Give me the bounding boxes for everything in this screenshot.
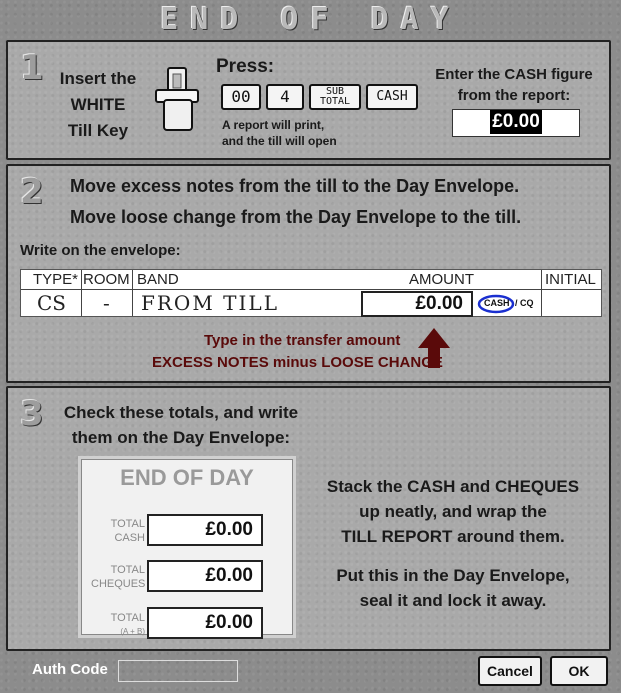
- step2-panel: 2 Move excess notes from the till to the…: [6, 164, 611, 383]
- insert-line1: Insert the: [59, 69, 137, 88]
- cash-mark: CASH: [484, 298, 510, 308]
- instr-line4: Put this in the Day Envelope,: [336, 566, 570, 585]
- press-label: Press:: [216, 56, 275, 77]
- step1-number: 1: [20, 48, 44, 88]
- step3-line2: them on the Day Envelope:: [71, 428, 291, 447]
- cash-figure-input[interactable]: £0.00: [452, 109, 580, 137]
- row-type: CS: [37, 291, 67, 315]
- total-cash-label: TOTAL CASH: [91, 517, 145, 545]
- total-cheques-field: £0.00: [147, 560, 263, 592]
- cash-cq-mark: CASH / CQ: [477, 294, 539, 314]
- cq-mark: / CQ: [515, 298, 534, 308]
- write-label-text: Write on the envelope:: [20, 242, 181, 259]
- key-00: 00: [221, 84, 261, 110]
- card-title: END OF DAY: [120, 465, 254, 490]
- instr-line5: seal it and lock it away.: [359, 591, 547, 610]
- end-of-day-window: END OF DAY 1 Insert the WHITE Till Key P…: [0, 0, 621, 693]
- hint-line2: EXCESS NOTES minus LOOSE CHANGE: [152, 354, 443, 371]
- header-band: BAND: [137, 271, 179, 288]
- step2-line2: Move loose change from the Day Envelope …: [70, 207, 522, 227]
- col-divider: [81, 270, 82, 316]
- hint-line1: Type in the transfer amount: [204, 332, 401, 349]
- cancel-button[interactable]: Cancel: [478, 656, 542, 686]
- instr-line3: TILL REPORT around them.: [341, 527, 565, 546]
- col-divider: [132, 270, 133, 316]
- key-cash: CASH: [366, 84, 418, 110]
- step3-panel: 3 Check these totals, and write them on …: [6, 386, 611, 651]
- total-cheques-label2: CHEQUES: [91, 578, 146, 590]
- instr-line2: up neatly, and wrap the: [359, 502, 547, 521]
- report-line1: A report will print,: [222, 118, 325, 132]
- total-cheques-label: TOTAL CHEQUES: [91, 563, 145, 591]
- ok-button[interactable]: OK: [550, 656, 608, 686]
- instr-spacer: [308, 549, 598, 563]
- cash-figure-value: £0.00: [490, 110, 542, 134]
- stack-instructions: Stack the CASH and CHEQUES up neatly, an…: [308, 474, 598, 613]
- write-on-envelope-label: Write on the envelope:: [20, 242, 181, 259]
- row-room: -: [103, 291, 110, 315]
- transfer-amount-input[interactable]: £0.00: [361, 291, 473, 317]
- insert-line3: Till Key: [67, 121, 129, 140]
- total-sum-field: £0.00: [147, 607, 263, 639]
- insert-key-instruction: Insert the WHITE Till Key: [48, 66, 148, 144]
- report-note: A report will print, and the till will o…: [222, 117, 337, 149]
- total-cash-label1: TOTAL: [110, 518, 145, 530]
- total-cash-label2: CASH: [114, 532, 145, 544]
- step3-line1: Check these totals, and write: [63, 403, 299, 422]
- insert-line2: WHITE: [70, 95, 126, 114]
- window-title: END OF DAY: [160, 2, 461, 37]
- total-sum-label: TOTAL (A + B): [91, 611, 145, 639]
- total-sum-label1: TOTAL: [110, 612, 145, 624]
- step2-number: 2: [20, 172, 44, 212]
- up-arrow-icon: [418, 328, 450, 368]
- till-key-icon: [155, 67, 199, 131]
- header-room: ROOM: [83, 271, 130, 288]
- auth-code-label: Auth Code: [32, 661, 108, 678]
- step3-heading: Check these totals, and write them on th…: [56, 400, 306, 450]
- total-sum-label2: (A + B): [120, 627, 145, 636]
- header-amount: AMOUNT: [409, 271, 474, 288]
- step1-panel: 1 Insert the WHITE Till Key Press: 00 4 …: [6, 40, 611, 160]
- row-band: FROM TILL: [141, 291, 279, 315]
- key-subtotal: SUB TOTAL: [309, 84, 361, 110]
- total-cheques-label1: TOTAL: [110, 564, 145, 576]
- step2-line1: Move excess notes from the till to the D…: [70, 176, 520, 196]
- cash-prompt-line2: from the report:: [457, 87, 571, 104]
- report-line2: and the till will open: [222, 134, 337, 148]
- col-divider: [541, 270, 542, 316]
- header-initial: INITIAL: [545, 271, 596, 288]
- instr-line1: Stack the CASH and CHEQUES: [326, 477, 580, 496]
- auth-code-input[interactable]: [118, 660, 238, 682]
- cash-prompt-line1: Enter the CASH figure: [435, 66, 593, 83]
- step3-number: 3: [20, 394, 44, 434]
- total-cash-field: £0.00: [147, 514, 263, 546]
- key-4: 4: [266, 84, 304, 110]
- cash-prompt: Enter the CASH figure from the report:: [428, 64, 600, 106]
- header-type: TYPE*: [33, 271, 79, 288]
- end-of-day-card: END OF DAY TOTAL CASH £0.00 TOTAL CHEQUE…: [78, 456, 296, 639]
- envelope-table: TYPE* ROOM BAND AMOUNT INITIAL CS - FROM…: [20, 269, 602, 317]
